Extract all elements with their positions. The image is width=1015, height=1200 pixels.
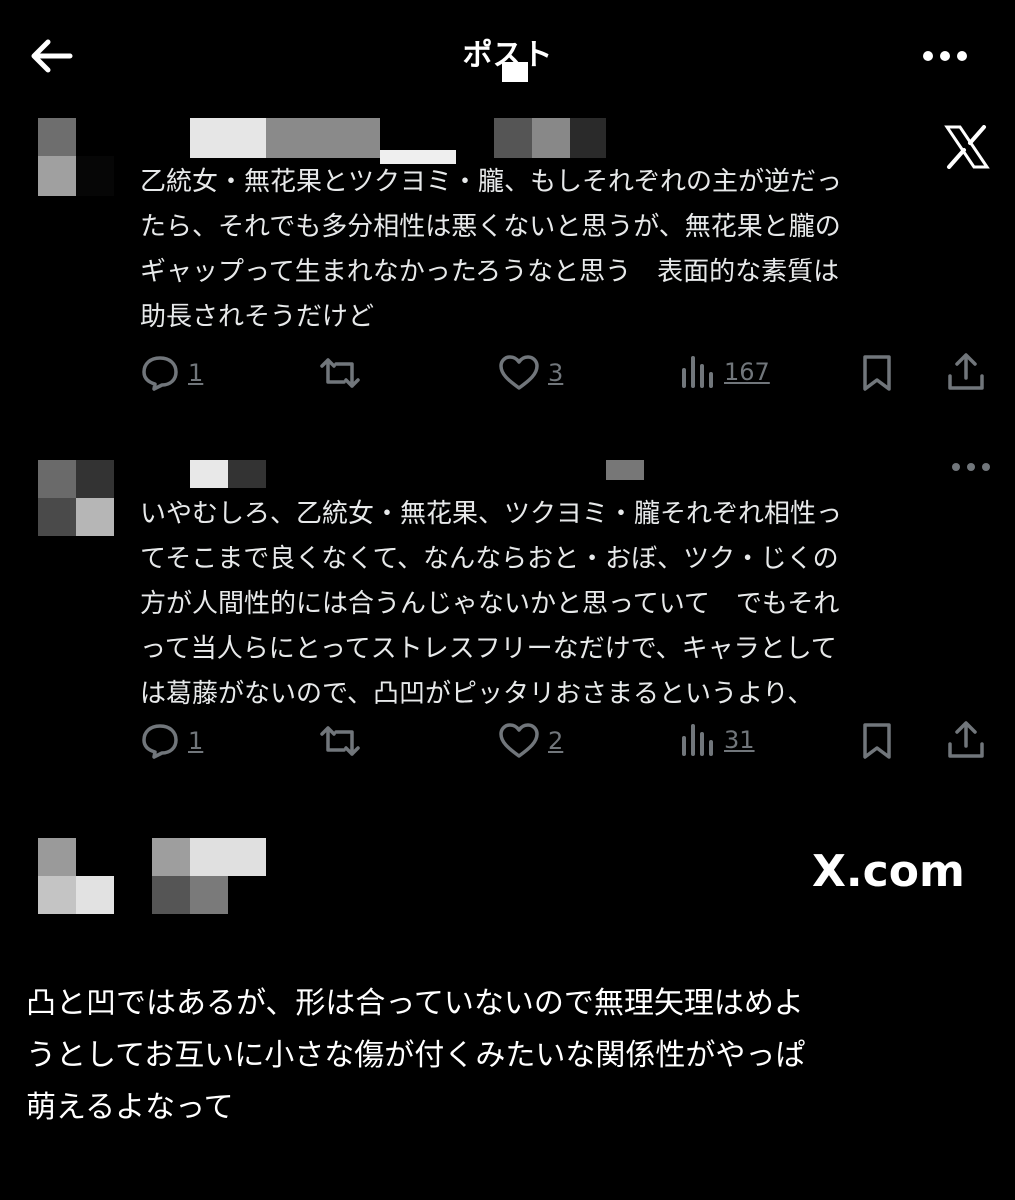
caption-text: 凸と凹ではあるが、形は合っていないので無理矢理はめよ うとしてお互いに小さな傷が… [26, 986, 806, 1125]
repost-icon [320, 726, 360, 756]
share-icon [948, 353, 984, 390]
bookmark-icon [863, 355, 891, 391]
reply-icon [142, 724, 178, 759]
reply-button[interactable]: 1 [140, 354, 203, 392]
repost-icon [320, 358, 360, 388]
blur-block [502, 62, 528, 82]
like-button[interactable]: 2 [498, 723, 563, 759]
tweet-text: 乙統女・無花果とツクヨミ・朧、もしそれぞれの主が逆だっ たら、それでも多分相性は… [140, 167, 843, 332]
repost-button[interactable] [318, 724, 362, 758]
tweet-text: いやむしろ、乙統女・無花果、ツクヨミ・朧それぞれ相性っ てそこまで良くなくて、な… [140, 499, 843, 709]
like-button[interactable]: 3 [498, 355, 563, 391]
share-icon [948, 721, 984, 758]
views-icon [682, 356, 713, 388]
like-icon [499, 355, 539, 390]
views-icon [682, 724, 713, 756]
reply-icon [142, 356, 178, 391]
bookmark-button[interactable] [860, 354, 894, 392]
more-icon[interactable] [920, 46, 970, 66]
more-icon[interactable] [950, 460, 992, 474]
reply-button[interactable]: 1 [140, 722, 203, 760]
bookmark-button[interactable] [860, 722, 894, 760]
views-button[interactable]: 167 [680, 356, 770, 388]
share-button[interactable] [946, 352, 986, 392]
repost-button[interactable] [318, 356, 362, 390]
share-button[interactable] [946, 720, 986, 760]
bookmark-icon [863, 723, 891, 759]
like-icon [499, 723, 539, 758]
watermark: X.com [812, 846, 965, 897]
views-button[interactable]: 31 [680, 724, 755, 756]
